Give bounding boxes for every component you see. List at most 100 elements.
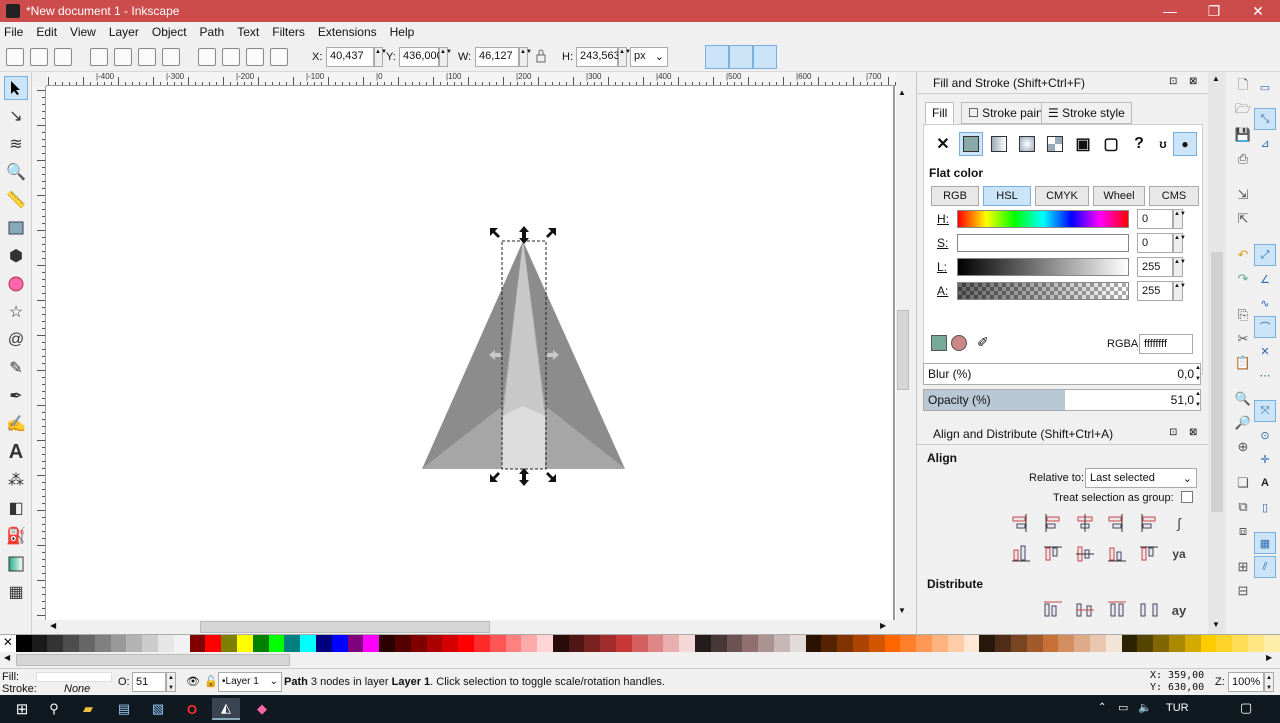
handle-top-right[interactable] [546,228,556,238]
color-swatch[interactable] [15,635,32,653]
print-icon[interactable]: ⎙ [1232,148,1254,170]
blur-spinner[interactable]: ▲ ▼ [1195,363,1205,385]
snap-cusp-icon[interactable]: ∠ [1254,268,1276,290]
snap-intersection-icon[interactable]: ✕ [1254,340,1276,362]
w-input[interactable]: 46,127 [475,47,519,67]
start-button-icon[interactable]: ⊞ [8,698,36,720]
paint-bucket-tool-icon[interactable]: ⛽ [4,524,28,548]
align-bottom-to-top-icon[interactable] [1009,542,1033,566]
opera-browser-icon[interactable]: O [178,698,206,720]
search-icon[interactable]: ⚲ [40,698,68,720]
file-explorer-icon[interactable]: ▰ [74,698,102,720]
canvas[interactable] [46,86,896,620]
scale-stroke-icon[interactable] [682,48,700,66]
volume-icon[interactable]: 🔈 [1138,701,1152,714]
color-swatch[interactable] [31,635,48,653]
lightness-value[interactable]: 255 [1137,257,1173,277]
color-swatch[interactable] [568,635,585,653]
menu-help[interactable]: Help [390,25,415,39]
unit-select[interactable]: px ⌄ [630,47,668,67]
color-swatch[interactable] [726,635,743,653]
color-swatch[interactable] [379,635,395,653]
menu-extensions[interactable]: Extensions [318,25,377,39]
snap-nodes-icon[interactable]: ⤢ [1254,244,1276,266]
selector-tool-icon[interactable] [4,76,28,100]
color-swatch[interactable] [300,635,316,653]
scroll-right-icon[interactable]: ▶ [880,621,886,630]
lower-to-bottom-icon[interactable] [198,48,216,66]
y-input[interactable]: 436,000 [399,47,443,67]
deselect-icon[interactable] [54,48,72,66]
align-left-edges-icon[interactable] [1041,511,1065,535]
gradient-tool-icon[interactable] [4,552,28,576]
rgba-input[interactable]: ffffffff [1139,334,1193,354]
network-icon[interactable]: ▭ [1118,701,1128,714]
color-swatch[interactable] [363,635,380,653]
radial-gradient-icon[interactable] [1015,132,1039,156]
vertical-scroll-thumb[interactable] [897,310,909,390]
align-iconify-icon[interactable]: ⊡ [1169,427,1177,438]
tab-stroke-paint[interactable]: ☐ Stroke paint [961,102,1054,124]
color-swatch[interactable] [78,635,95,653]
align-text-anchor-icon[interactable]: ya [1167,542,1191,566]
color-swatch[interactable] [1200,635,1217,653]
mesh-tool-icon[interactable]: ▦ [4,580,28,604]
color-swatch[interactable] [157,635,174,653]
color-swatch[interactable] [458,635,474,653]
color-swatch[interactable] [473,635,490,653]
color-swatch[interactable] [1042,635,1059,653]
color-swatch[interactable] [236,635,253,653]
menu-path[interactable]: Path [200,25,225,39]
pattern-icon[interactable]: ▣ [1071,132,1095,156]
color-swatch[interactable] [853,635,869,653]
flip-vertical-icon[interactable] [162,48,180,66]
spray-tool-icon[interactable]: ⁂ [4,468,28,492]
align-top-edges-icon[interactable] [1041,542,1065,566]
layer-select[interactable]: •Layer 1 ⌄ [218,672,282,692]
color-swatch[interactable] [268,635,285,653]
snap-rotation-icon[interactable]: ✛ [1254,448,1276,470]
snap-page-icon[interactable]: ▯ [1254,496,1276,518]
keyboard-language[interactable]: TUR [1166,702,1189,714]
color-swatch[interactable] [758,635,775,653]
scroll-down-icon[interactable]: ▼ [898,606,906,615]
panel-scroll-thumb[interactable] [1211,252,1223,512]
distribute-right-icon[interactable] [1105,598,1129,622]
color-swatch[interactable] [1137,635,1154,653]
color-swatch[interactable] [805,635,822,653]
color-swatch[interactable] [663,635,680,653]
lightness-spinner[interactable]: ▲▼ [1173,257,1186,277]
mode-cms[interactable]: CMS [1149,186,1199,206]
stroke-value[interactable]: None [64,683,90,695]
snap-bbox-icon[interactable]: ▭ [1254,76,1276,98]
lock-icon[interactable] [534,48,548,66]
mode-cmyk[interactable]: CMYK [1035,186,1089,206]
panel-scrollbar[interactable]: ▲ ▼ [1208,72,1226,634]
rotate-cw-icon[interactable] [114,48,132,66]
distribute-left-icon[interactable] [1041,598,1065,622]
unset-paint-icon[interactable]: ? [1127,132,1151,156]
color-swatch[interactable] [63,635,79,653]
layer-visibility-icon[interactable]: 👁 [186,675,200,688]
distribute-centers-icon[interactable] [1073,598,1097,622]
color-swatch[interactable] [710,635,727,653]
menu-object[interactable]: Object [152,25,187,39]
minimize-button[interactable]: — [1148,0,1192,22]
save-document-icon[interactable]: 💾 [1232,124,1254,146]
h-spinner[interactable]: ▲▼ [618,47,631,67]
open-document-icon[interactable]: 🗁 [1232,100,1254,122]
eraser-tool-icon[interactable]: ◧ [4,496,28,520]
center-horizontal-axis-icon[interactable] [1073,542,1097,566]
notifications-icon[interactable]: ▢ [1240,700,1252,716]
ungroup-icon[interactable]: ⊟ [1232,580,1254,602]
import-icon[interactable]: ⇲ [1232,184,1254,206]
handle-bottom[interactable] [519,468,529,486]
pencil-tool-icon[interactable]: ✎ [4,356,28,380]
clone-icon[interactable]: ⧉ [1232,496,1254,518]
snap-bbox-edges-icon[interactable]: ⊿ [1254,132,1276,154]
color-swatch[interactable] [1168,635,1185,653]
menu-text[interactable]: Text [237,25,259,39]
notepad-icon[interactable]: ▤ [110,698,138,720]
color-swatch[interactable] [110,635,127,653]
linear-gradient-icon[interactable] [987,132,1011,156]
